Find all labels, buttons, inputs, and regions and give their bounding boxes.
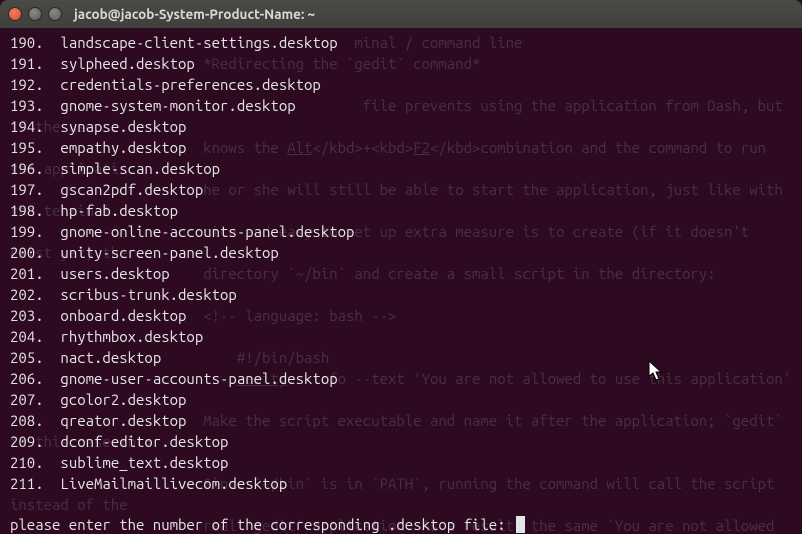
list-item: 191. sylpheed.desktop xyxy=(10,53,792,74)
desktop-file-name: scribus-trunk.desktop xyxy=(60,286,236,303)
list-item: 196. simple-scan.desktop xyxy=(10,158,792,179)
line-number: 203. xyxy=(10,305,44,326)
terminal-output: 190. landscape-client-settings.desktop19… xyxy=(10,32,792,534)
line-number: 190. xyxy=(10,32,44,53)
list-item: 210. sublime_text.desktop xyxy=(10,452,792,473)
line-number: 208. xyxy=(10,410,44,431)
list-item: 208. qreator.desktop xyxy=(10,410,792,431)
desktop-file-name: users.desktop xyxy=(60,265,169,282)
window-buttons xyxy=(8,7,62,21)
list-item: 205. nact.desktop xyxy=(10,347,792,368)
desktop-file-name: qreator.desktop xyxy=(60,412,186,429)
line-number: 192. xyxy=(10,74,44,95)
prompt-text: please enter the number of the correspon… xyxy=(10,516,514,533)
desktop-file-name: credentials-preferences.desktop xyxy=(60,76,320,93)
close-icon[interactable] xyxy=(8,7,22,21)
list-item: 211. LiveMailmaillivecom.desktop xyxy=(10,473,792,494)
line-number: 193. xyxy=(10,95,44,116)
line-number: 198. xyxy=(10,200,44,221)
line-number: 191. xyxy=(10,53,44,74)
list-item: 194. synapse.desktop xyxy=(10,116,792,137)
line-number: 209. xyxy=(10,431,44,452)
window-titlebar: jacob@jacob-System-Product-Name: ~ xyxy=(0,0,802,28)
maximize-icon[interactable] xyxy=(48,7,62,21)
line-number: 194. xyxy=(10,116,44,137)
line-number: 210. xyxy=(10,452,44,473)
line-number: 211. xyxy=(10,473,44,494)
desktop-file-name: sylpheed.desktop xyxy=(60,55,194,72)
line-number: 196. xyxy=(10,158,44,179)
text-cursor xyxy=(516,516,525,533)
line-number: 199. xyxy=(10,221,44,242)
list-item: 195. empathy.desktop xyxy=(10,137,792,158)
list-item: 202. scribus-trunk.desktop xyxy=(10,284,792,305)
desktop-file-name: gcolor2.desktop xyxy=(60,391,186,408)
list-item: 190. landscape-client-settings.desktop xyxy=(10,32,792,53)
desktop-file-name: LiveMailmaillivecom.desktop xyxy=(60,475,287,492)
list-item: 204. rhythmbox.desktop xyxy=(10,326,792,347)
terminal-viewport[interactable]: minal / command line *Redirecting the `g… xyxy=(0,28,802,534)
desktop-file-name: gnome-system-monitor.desktop xyxy=(60,97,295,114)
desktop-file-name: unity-screen-panel.desktop xyxy=(60,244,278,261)
desktop-file-name: gnome-user-accounts-panel.desktop xyxy=(60,370,337,387)
list-item: 200. unity-screen-panel.desktop xyxy=(10,242,792,263)
line-number: 197. xyxy=(10,179,44,200)
line-number: 205. xyxy=(10,347,44,368)
desktop-file-name: dconf-editor.desktop xyxy=(60,433,228,450)
line-number: 201. xyxy=(10,263,44,284)
list-item: 197. gscan2pdf.desktop xyxy=(10,179,792,200)
list-item: 203. onboard.desktop xyxy=(10,305,792,326)
line-number: 207. xyxy=(10,389,44,410)
list-item: 198. hp-fab.desktop xyxy=(10,200,792,221)
list-item: 206. gnome-user-accounts-panel.desktop xyxy=(10,368,792,389)
desktop-file-name: synapse.desktop xyxy=(60,118,186,135)
desktop-file-name: empathy.desktop xyxy=(60,139,186,156)
list-item: 192. credentials-preferences.desktop xyxy=(10,74,792,95)
prompt-line: please enter the number of the correspon… xyxy=(10,514,792,534)
desktop-file-name: gnome-online-accounts-panel.desktop xyxy=(60,223,354,240)
desktop-file-name: sublime_text.desktop xyxy=(60,454,228,471)
desktop-file-name: nact.desktop xyxy=(60,349,161,366)
list-item: 201. users.desktop xyxy=(10,263,792,284)
desktop-file-name: landscape-client-settings.desktop xyxy=(60,34,337,51)
desktop-file-name: onboard.desktop xyxy=(60,307,186,324)
list-item: 209. dconf-editor.desktop xyxy=(10,431,792,452)
line-number: 195. xyxy=(10,137,44,158)
minimize-icon[interactable] xyxy=(28,7,42,21)
list-item: 199. gnome-online-accounts-panel.desktop xyxy=(10,221,792,242)
desktop-file-name: simple-scan.desktop xyxy=(60,160,220,177)
line-number: 206. xyxy=(10,368,44,389)
list-item: 207. gcolor2.desktop xyxy=(10,389,792,410)
window-title: jacob@jacob-System-Product-Name: ~ xyxy=(74,6,315,22)
desktop-file-name: hp-fab.desktop xyxy=(60,202,178,219)
desktop-file-name: rhythmbox.desktop xyxy=(60,328,203,345)
line-number: 200. xyxy=(10,242,44,263)
desktop-file-name: gscan2pdf.desktop xyxy=(60,181,203,198)
line-number: 204. xyxy=(10,326,44,347)
line-number: 202. xyxy=(10,284,44,305)
list-item: 193. gnome-system-monitor.desktop xyxy=(10,95,792,116)
